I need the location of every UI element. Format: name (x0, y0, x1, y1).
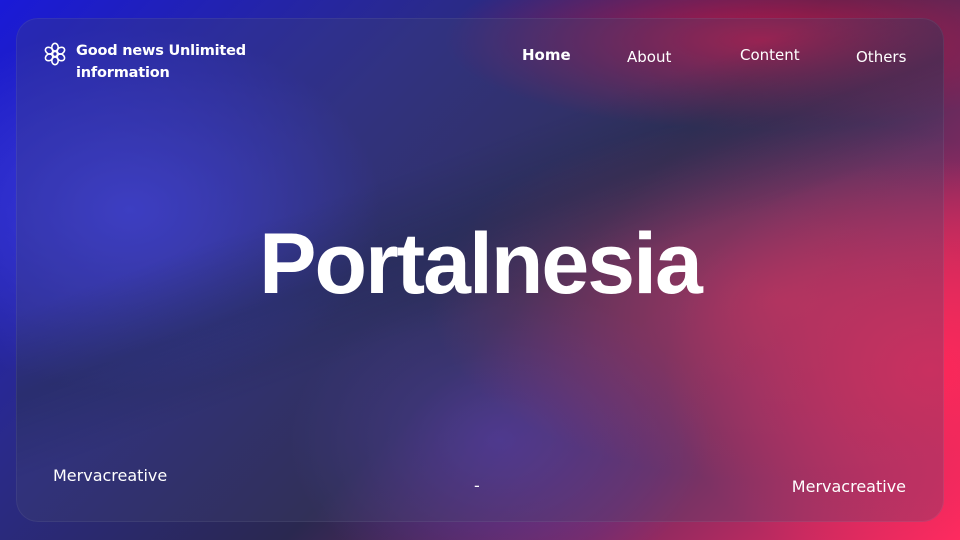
nav-item-others[interactable]: Others (856, 48, 906, 66)
nav-item-content[interactable]: Content (740, 46, 800, 64)
nav-item-about[interactable]: About (627, 48, 671, 66)
main-nav: Home About Content Others (0, 46, 960, 70)
hero-title: Portalnesia (259, 216, 703, 312)
footer-credit-right: Mervacreative (791, 477, 906, 496)
footer-separator: - (474, 476, 480, 495)
footer-credit-left: Mervacreative (53, 466, 168, 485)
nav-item-home[interactable]: Home (522, 46, 571, 64)
